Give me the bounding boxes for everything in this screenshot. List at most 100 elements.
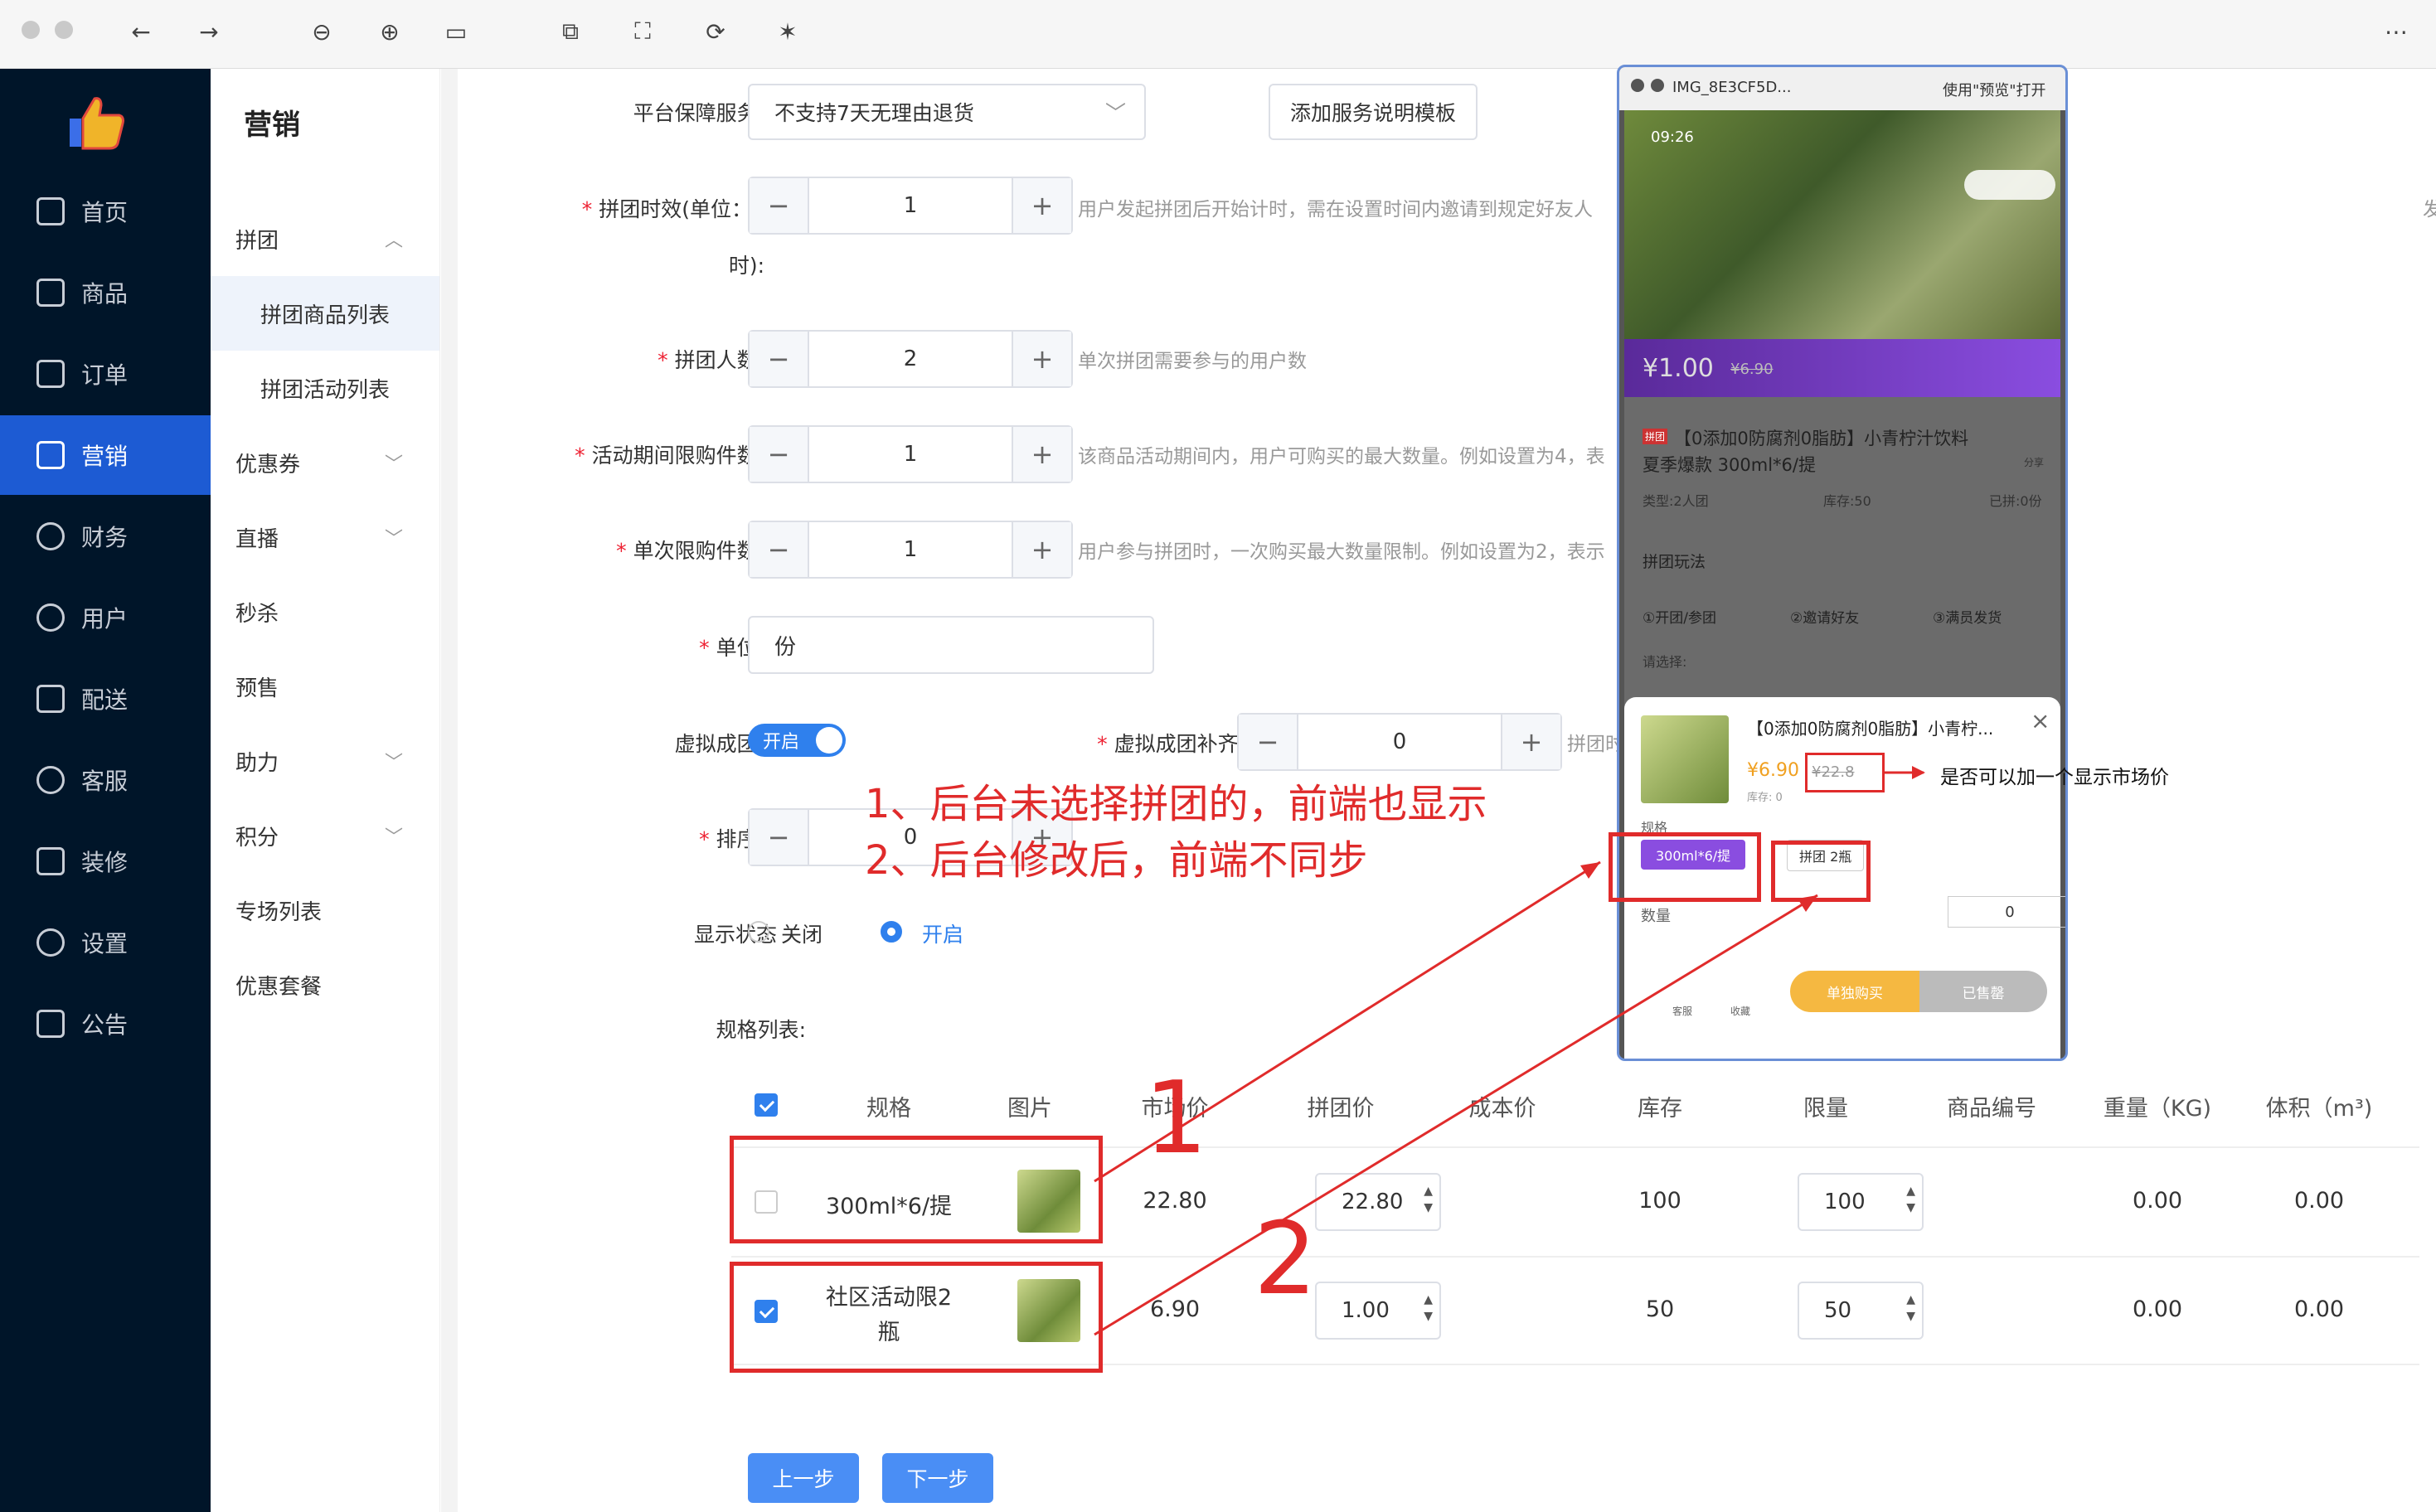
minus-icon[interactable]: − [750, 810, 808, 865]
minus-icon[interactable]: − [750, 522, 808, 577]
row-group-price-input[interactable]: 22.80 ▲ ▼ [1315, 1173, 1441, 1231]
submenu-assist[interactable]: 助力 ﹀ [211, 724, 439, 798]
group-type: 类型:2人团 [1643, 493, 1709, 509]
back-icon[interactable]: ← [124, 15, 158, 48]
nav-finance[interactable]: 财务 [0, 497, 211, 576]
magic-icon[interactable]: ✶ [771, 15, 804, 48]
nav-home[interactable]: 首页 [0, 172, 211, 251]
spinner-icon[interactable]: ▲ ▼ [1424, 1292, 1433, 1325]
minimize-window-button[interactable] [55, 21, 73, 39]
nav-settings[interactable]: 设置 [0, 903, 211, 982]
group-tag: 拼团 [1643, 429, 1668, 444]
popup-stock: 库存: 0 [1747, 792, 1783, 804]
minus-icon[interactable]: − [750, 332, 808, 386]
submenu-package[interactable]: 优惠套餐 [211, 947, 439, 1022]
close-icon[interactable] [1631, 79, 1644, 92]
plus-icon[interactable]: + [1013, 522, 1071, 577]
nav-products[interactable]: 商品 [0, 253, 211, 332]
submenu-coupons[interactable]: 优惠券 ﹀ [211, 425, 439, 500]
submenu-group-activities[interactable]: 拼团活动列表 [211, 351, 439, 425]
virtual-toggle[interactable]: 开启 [748, 724, 846, 757]
col-spec: 规格 [866, 1096, 911, 1122]
submenu-special[interactable]: 专场列表 [211, 873, 439, 947]
select-all-checkbox[interactable] [755, 1093, 778, 1117]
close-window-button[interactable] [22, 21, 40, 39]
service-label[interactable]: 客服 [1672, 1004, 1692, 1018]
zoom-in-icon[interactable]: ⊕ [373, 15, 406, 48]
plus-icon[interactable]: + [1013, 427, 1071, 482]
submenu-points[interactable]: 积分 ﹀ [211, 798, 439, 873]
prev-step-button[interactable]: 上一步 [748, 1453, 859, 1503]
plus-icon[interactable]: + [1013, 178, 1071, 233]
qty-stepper[interactable]: 0 [1948, 896, 2065, 928]
spinner-icon[interactable]: ▲ ▼ [1424, 1183, 1433, 1216]
highlight-spec-1 [1609, 832, 1761, 902]
service-select[interactable]: 不支持7天无理由退货 ﹀ [748, 84, 1146, 140]
minimize-icon[interactable] [1651, 79, 1664, 92]
zoom-out-icon[interactable]: ⊖ [305, 15, 338, 48]
fit-icon[interactable]: ▭ [439, 15, 473, 48]
duration-stepper[interactable]: −1 + [748, 177, 1073, 235]
popup-price: ¥6.90 [1747, 760, 1799, 781]
submenu-group-buy[interactable]: 拼团 ︿ [211, 201, 439, 276]
step-2: ②邀请好友 [1790, 610, 1860, 627]
share-label[interactable]: 分享 [2024, 455, 2044, 469]
spinner-icon[interactable]: ▲ ▼ [1906, 1292, 1915, 1325]
bell-icon [36, 441, 65, 469]
popup-thumbnail [1641, 715, 1729, 803]
thumbs-up-logo-icon [70, 97, 124, 150]
nav-notice[interactable]: 公告 [0, 984, 211, 1064]
nav-marketing[interactable]: 营销 [0, 415, 211, 495]
step-1: ①开团/参团 [1643, 610, 1716, 627]
nav-delivery[interactable]: 配送 [0, 659, 211, 739]
more-icon[interactable]: ⋯ [2380, 15, 2413, 48]
status-off-radio[interactable] [748, 921, 769, 943]
limit-label: 活动期间限购件数: [591, 443, 764, 468]
buy-single-button[interactable]: 单独购买 [1790, 971, 1919, 1012]
limit-stepper[interactable]: −1 + [748, 425, 1073, 483]
nav-orders[interactable]: 订单 [0, 334, 211, 414]
crop-icon[interactable]: ⛶ [626, 15, 659, 48]
plus-icon[interactable]: + [1013, 332, 1071, 386]
spinner-icon[interactable]: ▲ ▼ [1906, 1183, 1915, 1216]
nav-decoration[interactable]: 装修 [0, 821, 211, 901]
forward-icon[interactable]: → [192, 15, 226, 48]
favorite-label[interactable]: 收藏 [1730, 1004, 1750, 1018]
unit-input[interactable]: 份 [748, 616, 1154, 674]
next-step-button[interactable]: 下一步 [882, 1453, 993, 1503]
virtual-fill-stepper[interactable]: −0 + [1237, 713, 1562, 771]
pie-icon [36, 522, 65, 550]
submenu-flash-sale[interactable]: 秒杀 [211, 574, 439, 649]
add-service-template-button[interactable]: 添加服务说明模板 [1269, 84, 1478, 140]
row-limit-input[interactable]: 50 ▲ ▼ [1798, 1282, 1924, 1340]
notice-icon [36, 1010, 65, 1038]
truck-icon [36, 685, 65, 713]
people-stepper[interactable]: −2 + [748, 330, 1073, 388]
single-limit-stepper[interactable]: −1 + [748, 521, 1073, 579]
minus-icon[interactable]: − [1239, 715, 1297, 769]
status-on-label: 开启 [922, 923, 964, 947]
highlight-row-2 [730, 1262, 1103, 1373]
nav-service[interactable]: 客服 [0, 740, 211, 820]
nav-users[interactable]: 用户 [0, 578, 211, 657]
status-on-radio[interactable] [881, 921, 902, 943]
row-limit-input[interactable]: 100 ▲ ▼ [1798, 1173, 1924, 1231]
virtual-label: 虚拟成团: [674, 732, 764, 756]
duration-hint: 用户发起拼团后开始计时，需在设置时间内邀请到规定好友人 [1078, 199, 1593, 220]
choose-label[interactable]: 请选择: [1643, 651, 1686, 671]
highlight-row-1 [730, 1136, 1103, 1243]
minus-icon[interactable]: − [750, 178, 808, 233]
rotate-icon[interactable]: ⟳ [699, 15, 732, 48]
minus-icon[interactable]: − [750, 427, 808, 482]
capsule-menu[interactable] [1964, 170, 2055, 200]
close-icon[interactable]: × [2031, 707, 2050, 734]
product-title-2: 夏季爆款 300ml*6/提 [1643, 455, 1816, 475]
submenu-group-products[interactable]: 拼团商品列表 [211, 276, 439, 351]
submenu-title: 营销 [244, 109, 300, 142]
copy-icon[interactable]: ⧉ [554, 15, 587, 48]
row-group-price-input[interactable]: 1.00 ▲ ▼ [1315, 1282, 1441, 1340]
submenu-live[interactable]: 直播 ﹀ [211, 500, 439, 574]
plus-icon[interactable]: + [1502, 715, 1560, 769]
open-with-preview-button[interactable]: 使用"预览"打开 [1943, 79, 2046, 100]
submenu-presale[interactable]: 预售 [211, 649, 439, 724]
